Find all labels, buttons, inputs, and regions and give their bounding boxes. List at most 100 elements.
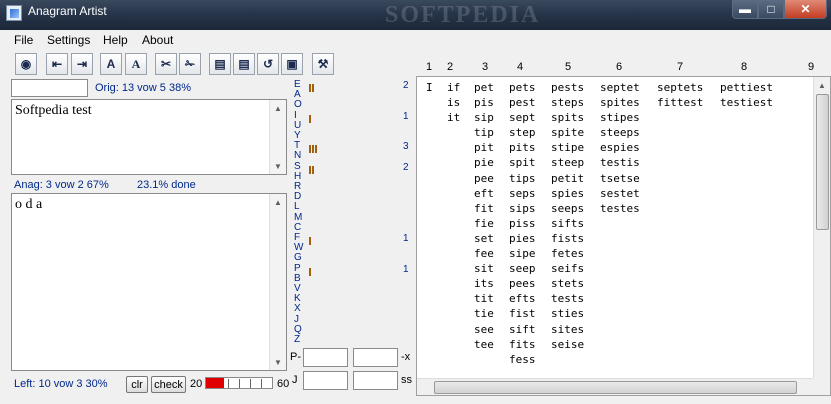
join-field[interactable] — [303, 371, 348, 390]
word-item[interactable]: fee — [474, 246, 494, 261]
scroll-up-icon[interactable]: ▲ — [814, 77, 830, 93]
word-item[interactable]: spit — [509, 155, 536, 170]
word-item[interactable]: sestet — [600, 186, 640, 201]
word-item[interactable]: stets — [551, 276, 584, 291]
word-item[interactable]: stipes — [600, 110, 640, 125]
word-item[interactable]: seps — [509, 186, 536, 201]
suffix-field[interactable] — [353, 371, 398, 390]
word-item[interactable]: step — [509, 125, 536, 140]
prefix-field[interactable] — [303, 348, 348, 367]
word-item[interactable]: seise — [551, 337, 584, 352]
scroll-up-icon[interactable]: ▲ — [270, 100, 286, 116]
word-item[interactable]: tests — [551, 291, 584, 306]
word-item[interactable]: testis — [600, 155, 640, 170]
word-item[interactable]: fists — [551, 231, 584, 246]
word-item[interactable]: pits — [509, 140, 536, 155]
word-item[interactable]: pest — [509, 95, 536, 110]
word-item[interactable]: tips — [509, 171, 536, 186]
word-results-list[interactable]: Iif is it pet pis sip tip pit pie pee eft fit fie set… — [416, 76, 831, 396]
menu-help[interactable]: Help — [103, 33, 128, 47]
word-item[interactable]: stipe — [551, 140, 584, 155]
split-layout-icon[interactable]: ▤ — [233, 53, 255, 75]
word-item[interactable]: tie — [474, 306, 494, 321]
word-item[interactable]: spites — [600, 95, 640, 110]
binoculars-icon[interactable]: ◉ — [15, 53, 37, 75]
word-item[interactable]: septets — [657, 80, 703, 95]
word-item[interactable]: petit — [551, 171, 584, 186]
word-item[interactable]: piss — [509, 216, 536, 231]
word-item[interactable]: spies — [551, 186, 584, 201]
word-item[interactable]: spite — [551, 125, 584, 140]
word-item[interactable]: fist — [509, 306, 536, 321]
length-gauge[interactable] — [205, 377, 273, 389]
minimize-button[interactable]: ▬ — [732, 0, 758, 19]
word-item[interactable]: it — [447, 110, 460, 125]
word-item[interactable]: pee — [474, 171, 494, 186]
word-item[interactable]: septet — [600, 80, 640, 95]
word-item[interactable]: testiest — [720, 95, 773, 110]
menu-about[interactable]: About — [142, 33, 173, 47]
results-horizontal-scrollbar[interactable] — [417, 378, 814, 395]
close-button[interactable]: ✕ — [784, 0, 827, 19]
word-item[interactable]: seifs — [551, 261, 584, 276]
menu-file[interactable]: File — [14, 33, 33, 47]
word-item[interactable]: pets — [509, 80, 536, 95]
word-item[interactable]: sips — [509, 201, 536, 216]
word-item[interactable]: if — [447, 80, 460, 95]
word-item[interactable]: pis — [474, 95, 494, 110]
word-item[interactable]: tsetse — [600, 171, 640, 186]
maximize-button[interactable]: □ — [758, 0, 784, 19]
word-item[interactable]: is — [447, 95, 460, 110]
word-item[interactable]: steeps — [600, 125, 640, 140]
word-item[interactable]: fits — [509, 337, 536, 352]
anagram-text-box[interactable]: o d a ▲ ▼ — [11, 193, 287, 371]
scroll-up-icon[interactable]: ▲ — [270, 194, 286, 210]
word-item[interactable]: seep — [509, 261, 536, 276]
save-window-icon[interactable]: ▣ — [281, 53, 303, 75]
word-item[interactable]: steps — [551, 95, 584, 110]
scroll-thumb[interactable] — [816, 94, 829, 230]
word-item[interactable]: fetes — [551, 246, 584, 261]
word-item[interactable]: pie — [474, 155, 494, 170]
font-a-icon[interactable]: A — [100, 53, 122, 75]
word-item[interactable]: fess — [509, 352, 536, 367]
word-item[interactable]: sip — [474, 110, 494, 125]
orig-count-field[interactable] — [11, 79, 88, 97]
word-item[interactable]: seeps — [551, 201, 584, 216]
move-left-icon[interactable]: ⇤ — [46, 53, 68, 75]
word-item[interactable]: efts — [509, 291, 536, 306]
word-item[interactable]: sifts — [551, 216, 584, 231]
window-layout-icon[interactable]: ▤ — [209, 53, 231, 75]
source-text-box[interactable]: Softpedia test ▲ ▼ — [11, 99, 287, 175]
paste-cut-icon[interactable]: ✁ — [179, 53, 201, 75]
word-item[interactable]: fie — [474, 216, 494, 231]
word-item[interactable]: pettiest — [720, 80, 773, 95]
move-right-icon[interactable]: ⇥ — [71, 53, 93, 75]
word-item[interactable]: sipe — [509, 246, 536, 261]
font-a-serif-icon[interactable]: A — [125, 53, 147, 75]
word-item[interactable]: pests — [551, 80, 584, 95]
word-item[interactable]: tip — [474, 125, 494, 140]
clr-button[interactable]: clr — [126, 376, 148, 393]
word-item[interactable]: eft — [474, 186, 494, 201]
word-item[interactable]: spits — [551, 110, 584, 125]
check-button[interactable]: check — [151, 376, 186, 393]
source-scrollbar[interactable]: ▲ ▼ — [269, 100, 286, 174]
word-item[interactable]: sites — [551, 322, 584, 337]
word-item[interactable]: tit — [474, 291, 494, 306]
restore-icon[interactable]: ↺ — [257, 53, 279, 75]
word-item[interactable]: testes — [600, 201, 640, 216]
exclude-field[interactable] — [353, 348, 398, 367]
cut-icon[interactable]: ✂ — [155, 53, 177, 75]
wrench-icon[interactable]: ⚒ — [312, 53, 334, 75]
word-item[interactable]: pit — [474, 140, 494, 155]
word-item[interactable]: sift — [509, 322, 536, 337]
word-item[interactable]: sit — [474, 261, 494, 276]
results-vertical-scrollbar[interactable]: ▲ — [813, 77, 830, 380]
word-item[interactable]: sties — [551, 306, 584, 321]
word-item[interactable]: tee — [474, 337, 494, 352]
word-item[interactable]: fit — [474, 201, 494, 216]
word-item[interactable]: steep — [551, 155, 584, 170]
anagram-scrollbar[interactable]: ▲ ▼ — [269, 194, 286, 370]
word-item[interactable]: see — [474, 322, 494, 337]
